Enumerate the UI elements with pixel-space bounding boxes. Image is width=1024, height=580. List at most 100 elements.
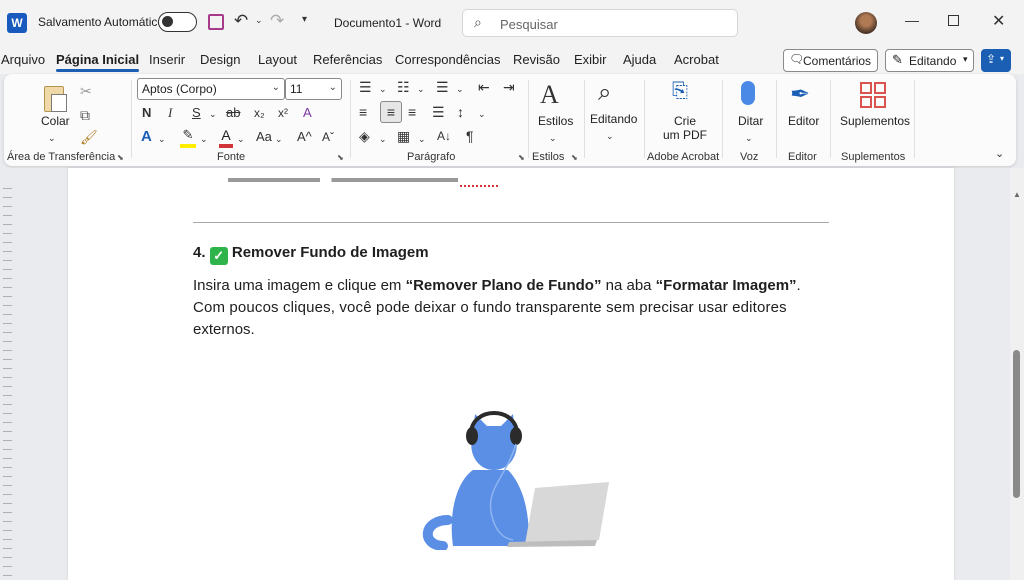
cut-icon[interactable]: ✂ <box>80 82 92 100</box>
dialog-launcher-icon[interactable]: ⬊ <box>117 153 124 162</box>
save-icon[interactable] <box>208 14 224 30</box>
underline-button[interactable]: S <box>192 104 201 122</box>
shading-dropdown-icon[interactable]: ⌄ <box>379 130 387 148</box>
redo-icon[interactable]: ↷ <box>270 11 284 31</box>
dialog-launcher-icon[interactable]: ⬊ <box>518 153 525 162</box>
create-pdf-icon[interactable]: ⎘ <box>672 81 688 101</box>
maximize-icon[interactable] <box>948 15 959 26</box>
tab-inserir[interactable]: Inserir <box>149 52 185 67</box>
grow-font-button[interactable]: A^ <box>297 128 312 146</box>
align-right-icon[interactable]: ≡ <box>408 103 416 121</box>
paste-button[interactable]: Colar <box>41 114 70 128</box>
tab-revisao[interactable]: Revisão <box>513 52 560 67</box>
autosave-toggle[interactable] <box>158 12 197 32</box>
search-box[interactable]: ⌕ Pesquisar <box>462 9 738 37</box>
numbering-icon[interactable]: ☷ <box>397 78 410 96</box>
text-effects-dropdown-icon[interactable]: ⌄ <box>158 130 166 148</box>
change-case-dropdown-icon[interactable]: ⌄ <box>275 130 283 148</box>
borders-dropdown-icon[interactable]: ⌄ <box>418 130 426 148</box>
increase-indent-icon[interactable]: ⇥ <box>503 78 515 96</box>
text-effects-icon[interactable]: A <box>141 128 152 146</box>
editing-mode-button[interactable]: ✎ Editando ▾ <box>885 49 974 72</box>
bullets-icon[interactable]: ☰ <box>359 78 372 96</box>
bold-button[interactable]: N <box>142 104 151 122</box>
vertical-ruler[interactable] <box>0 188 14 580</box>
tab-correspondencias[interactable]: Correspondências <box>395 52 501 67</box>
dialog-launcher-icon[interactable]: ⬊ <box>571 153 578 162</box>
paragraph-group-label: Parágrafo <box>407 151 456 163</box>
font-color-dropdown-icon[interactable]: ⌄ <box>237 130 245 148</box>
line-spacing-dropdown-icon[interactable]: ⌄ <box>478 105 486 123</box>
undo-icon[interactable]: ↶ <box>234 11 248 31</box>
minimize-icon[interactable]: — <box>905 12 919 28</box>
addins-button[interactable]: Suplementos <box>840 114 910 128</box>
scrollbar-thumb[interactable] <box>1013 350 1020 498</box>
tab-design[interactable]: Design <box>200 52 240 67</box>
bullets-dropdown-icon[interactable]: ⌄ <box>379 80 387 98</box>
find-icon[interactable]: ⌕ <box>598 78 611 108</box>
styles-button[interactable]: Estilos <box>538 114 573 128</box>
paste-icon[interactable] <box>42 82 70 112</box>
microphone-icon[interactable] <box>741 81 755 105</box>
subscript-button[interactable]: x₂ <box>254 104 265 122</box>
comment-icon: 🗨 <box>789 52 805 66</box>
font-color-icon[interactable]: A <box>219 126 233 148</box>
tab-arquivo[interactable]: Arquivo <box>1 52 45 67</box>
show-marks-icon[interactable]: ¶ <box>466 127 474 145</box>
customize-toolbar-icon[interactable]: ▾ <box>302 14 307 25</box>
multilevel-list-icon[interactable]: ☰ <box>436 78 449 96</box>
addins-icon[interactable] <box>860 82 886 108</box>
paste-dropdown-icon[interactable]: ⌄ <box>48 129 56 147</box>
tab-pagina-inicial[interactable]: Página Inicial <box>56 52 140 72</box>
superscript-button[interactable]: x² <box>278 104 288 122</box>
sort-icon[interactable]: A↓ <box>437 127 451 145</box>
close-icon[interactable]: ✕ <box>992 11 1005 31</box>
strikethrough-button[interactable]: ab <box>226 104 240 122</box>
dialog-launcher-icon[interactable]: ⬊ <box>337 153 344 162</box>
borders-icon[interactable]: ▦ <box>397 127 410 145</box>
tab-layout[interactable]: Layout <box>258 52 297 67</box>
tab-ajuda[interactable]: Ajuda <box>623 52 656 67</box>
multilevel-dropdown-icon[interactable]: ⌄ <box>456 80 464 98</box>
underline-dropdown-icon[interactable]: ⌄ <box>209 105 217 123</box>
editing-button[interactable]: Editando <box>590 112 637 126</box>
tab-exibir[interactable]: Exibir <box>574 52 607 67</box>
italic-button[interactable]: I <box>168 104 172 122</box>
copy-icon[interactable]: ⧉ <box>80 106 90 124</box>
align-left-icon[interactable]: ≡ <box>359 103 367 121</box>
dictate-button[interactable]: Ditar <box>738 114 763 128</box>
partial-text-line <box>228 178 458 182</box>
editing-dropdown-icon[interactable]: ⌄ <box>606 127 614 145</box>
scroll-up-icon[interactable]: ▲ <box>1013 190 1021 199</box>
document-page[interactable]: 4. ✓ Remover Fundo de Imagem Insira uma … <box>68 168 954 580</box>
justify-icon[interactable]: ☰ <box>432 103 445 121</box>
shrink-font-button[interactable]: Aˇ <box>322 128 334 146</box>
share-button[interactable]: ⇪ ▾ <box>981 49 1011 72</box>
align-center-icon[interactable]: ≡ <box>380 101 402 123</box>
change-case-button[interactable]: Aa <box>256 128 272 146</box>
styles-icon[interactable]: A <box>540 80 559 110</box>
decrease-indent-icon[interactable]: ⇤ <box>478 78 490 96</box>
font-size-combo[interactable]: 11 ⌄ <box>285 78 342 100</box>
numbering-dropdown-icon[interactable]: ⌄ <box>417 80 425 98</box>
avatar[interactable] <box>855 12 877 34</box>
editor-button[interactable]: Editor <box>788 114 819 128</box>
format-painter-icon[interactable]: 🖌 <box>80 128 98 146</box>
collapse-ribbon-icon[interactable]: ⌄ <box>995 147 1004 160</box>
vertical-scrollbar[interactable]: ▲ <box>1010 168 1024 580</box>
highlight-dropdown-icon[interactable]: ⌄ <box>200 130 208 148</box>
highlight-icon[interactable]: ✎ <box>180 126 196 148</box>
dictate-dropdown-icon[interactable]: ⌄ <box>745 129 753 147</box>
font-name-combo[interactable]: Aptos (Corpo) ⌄ <box>137 78 285 100</box>
tab-referencias[interactable]: Referências <box>313 52 382 67</box>
create-pdf-button-line1[interactable]: Crie <box>674 114 696 128</box>
shading-icon[interactable]: ◈ <box>359 127 370 145</box>
undo-dropdown-icon[interactable]: ⌄ <box>255 15 263 26</box>
tab-acrobat[interactable]: Acrobat <box>674 52 719 67</box>
clear-formatting-icon[interactable]: A <box>303 104 312 122</box>
styles-dropdown-icon[interactable]: ⌄ <box>549 129 557 147</box>
line-spacing-icon[interactable]: ↕ <box>457 103 464 121</box>
comments-button[interactable]: 🗨 Comentários <box>783 49 878 72</box>
editor-icon[interactable]: ✒ <box>790 80 810 110</box>
create-pdf-button-line2[interactable]: um PDF <box>663 128 707 142</box>
